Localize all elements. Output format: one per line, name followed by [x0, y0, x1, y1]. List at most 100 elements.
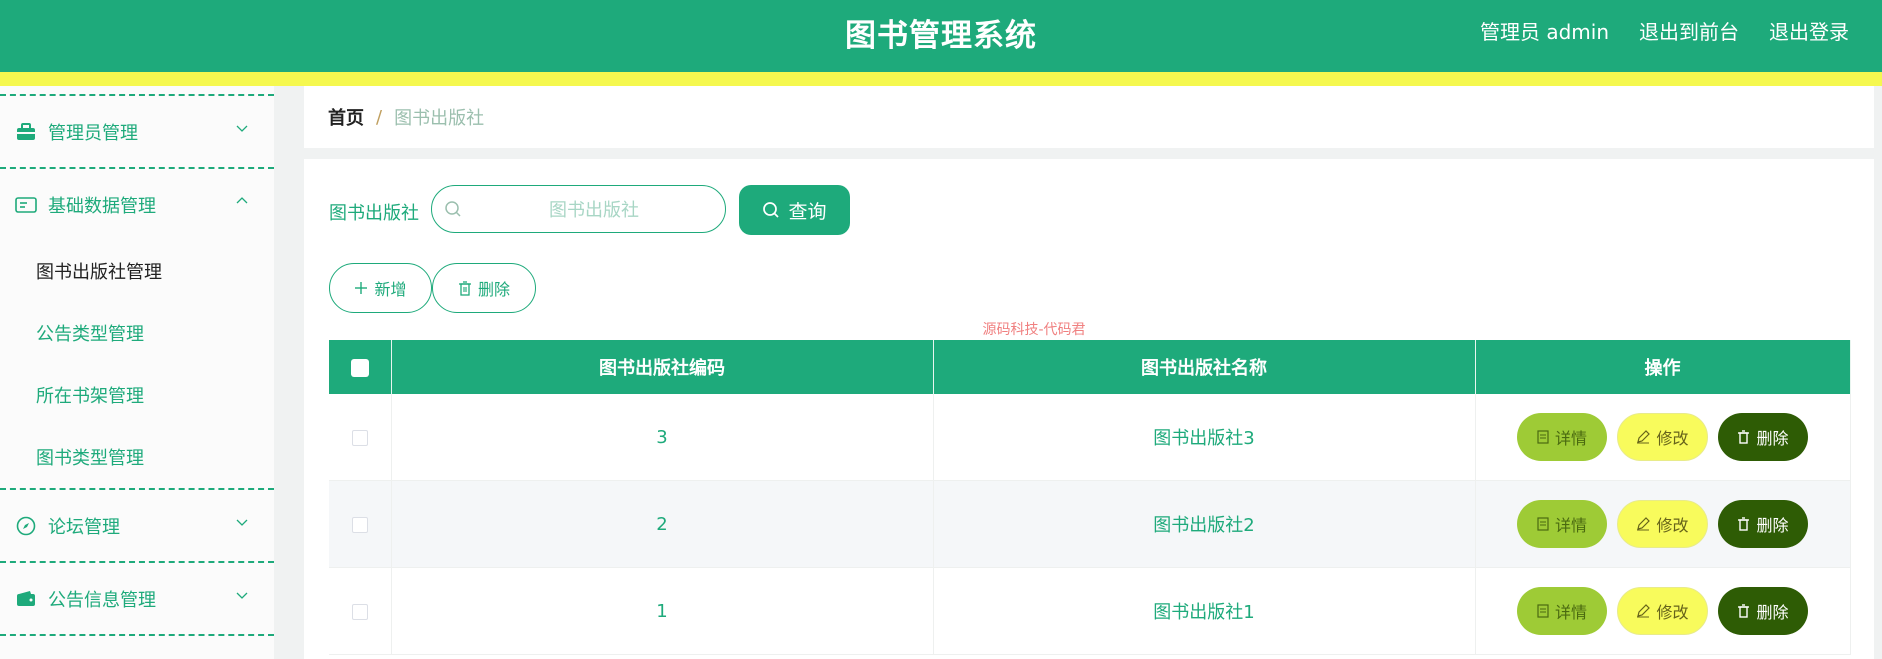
- document-icon: [1537, 604, 1549, 618]
- sidebar-item-bookshelf[interactable]: 所在书架管理: [0, 364, 274, 426]
- trash-icon: [458, 280, 471, 296]
- chevron-down-icon: [236, 592, 248, 599]
- menu-notice-management[interactable]: 公告信息管理: [0, 563, 274, 634]
- detail-button[interactable]: 详情: [1517, 413, 1607, 461]
- row-actions-cell: 详情 修改 删除: [1475, 567, 1851, 655]
- admin-user-label[interactable]: 管理员 admin: [1480, 16, 1609, 45]
- column-header-actions: 操作: [1475, 340, 1851, 394]
- logout-link[interactable]: 退出登录: [1769, 16, 1849, 45]
- menu-group-basic-data: 基础数据管理 图书出版社管理 公告类型管理 所在书架管理 图书类型管理: [0, 167, 274, 488]
- column-header-code: 图书出版社编码: [391, 340, 934, 394]
- menu-label: 公告信息管理: [48, 589, 156, 611]
- query-button-label: 查询: [788, 200, 827, 223]
- sidebar-item-notice-type[interactable]: 公告类型管理: [0, 302, 274, 364]
- trash-icon: [1738, 604, 1750, 618]
- column-header-name: 图书出版社名称: [933, 340, 1476, 394]
- menu-label: 基础数据管理: [48, 195, 156, 217]
- edit-label: 修改: [1656, 516, 1689, 535]
- row-checkbox[interactable]: [351, 516, 368, 533]
- pencil-icon: [1637, 430, 1651, 444]
- edit-label: 修改: [1656, 429, 1689, 448]
- row-checkbox[interactable]: [351, 429, 368, 446]
- add-button-label: 新增: [374, 280, 407, 299]
- delete-label: 删除: [1756, 429, 1789, 448]
- table-row: 2 图书出版社2 详情 修改 删除: [329, 480, 1851, 568]
- detail-button[interactable]: 详情: [1517, 500, 1607, 548]
- row-select-cell: [329, 480, 392, 568]
- chevron-down-icon: [236, 125, 248, 132]
- edit-button[interactable]: 修改: [1617, 500, 1708, 548]
- wallet-icon: [15, 588, 37, 610]
- briefcase-icon: [15, 121, 37, 143]
- sidebar-item-book-type[interactable]: 图书类型管理: [0, 426, 274, 488]
- detail-label: 详情: [1554, 429, 1587, 448]
- plus-icon: [355, 282, 368, 294]
- add-button[interactable]: 新增: [329, 263, 432, 313]
- edit-label: 修改: [1656, 603, 1689, 622]
- row-checkbox[interactable]: [351, 603, 368, 620]
- delete-button[interactable]: 删除: [1718, 413, 1808, 461]
- chevron-down-icon: [236, 519, 248, 526]
- publisher-search-input[interactable]: [472, 194, 716, 226]
- top-header: 图书管理系统 管理员 admin 退出到前台 退出登录: [0, 0, 1882, 72]
- menu-basic-data-management[interactable]: 基础数据管理: [0, 169, 274, 240]
- header-actions: 管理员 admin 退出到前台 退出登录: [1480, 16, 1849, 45]
- exit-to-front-link[interactable]: 退出到前台: [1639, 16, 1739, 45]
- delete-button[interactable]: 删除: [1718, 587, 1808, 635]
- watermark-text: 源码科技-代码君: [982, 322, 1086, 338]
- trash-icon: [1738, 430, 1750, 444]
- select-all-checkbox[interactable]: [350, 358, 369, 377]
- document-icon: [1537, 430, 1549, 444]
- sidebar-item-publisher[interactable]: 图书出版社管理: [0, 240, 274, 302]
- trash-icon: [1738, 517, 1750, 531]
- breadcrumb-separator: /: [376, 106, 383, 128]
- row-actions-cell: 详情 修改 删除: [1475, 480, 1851, 568]
- publisher-table: 图书出版社编码 图书出版社名称 操作 3 图书出版社3 详情 修改 删除 2 图…: [329, 340, 1851, 655]
- chevron-up-icon: [236, 197, 248, 204]
- row-select-cell: [329, 567, 392, 655]
- query-button[interactable]: 查询: [739, 185, 850, 235]
- batch-delete-button[interactable]: 删除: [432, 263, 536, 313]
- document-icon: [1537, 517, 1549, 531]
- table-row: 1 图书出版社1 详情 修改 删除: [329, 567, 1851, 655]
- breadcrumb: 首页 / 图书出版社: [304, 86, 1874, 148]
- search-box: [431, 185, 726, 233]
- delete-label: 删除: [1756, 516, 1789, 535]
- detail-label: 详情: [1554, 603, 1587, 622]
- publisher-name-cell: 图书出版社2: [933, 480, 1476, 568]
- sidebar: 管理员管理 基础数据管理 图书出版社管理 公告类型管理 所在书架管理 图书类型管…: [0, 86, 274, 659]
- id-card-icon: [15, 194, 37, 216]
- row-actions-cell: 详情 修改 删除: [1475, 394, 1851, 481]
- search-icon: [763, 202, 780, 218]
- table-header-row: 图书出版社编码 图书出版社名称 操作: [329, 340, 1851, 394]
- delete-label: 删除: [1756, 603, 1789, 622]
- menu-group-admin: 管理员管理: [0, 94, 274, 167]
- row-select-cell: [329, 394, 392, 481]
- menu-label: 论坛管理: [48, 516, 120, 538]
- detail-label: 详情: [1554, 516, 1587, 535]
- breadcrumb-current: 图书出版社: [394, 108, 485, 129]
- compass-icon: [15, 515, 37, 537]
- menu-group-forum: 论坛管理: [0, 488, 274, 561]
- table-row: 3 图书出版社3 详情 修改 删除: [329, 394, 1851, 481]
- menu-admin-management[interactable]: 管理员管理: [0, 96, 274, 167]
- breadcrumb-home[interactable]: 首页: [328, 104, 364, 130]
- search-icon: [445, 201, 461, 217]
- select-all-cell: [329, 340, 392, 394]
- header-accent-strip: [0, 72, 1882, 86]
- pencil-icon: [1637, 604, 1651, 618]
- publisher-name-cell: 图书出版社1: [933, 567, 1476, 655]
- content-card: 图书出版社 查询 新增 删除 源码科技-代码君 图书出版社编码 图书出版社名称 …: [304, 159, 1874, 659]
- menu-group-notice: 公告信息管理: [0, 561, 274, 634]
- edit-button[interactable]: 修改: [1617, 413, 1708, 461]
- publisher-code-cell: 2: [391, 480, 934, 568]
- edit-button[interactable]: 修改: [1617, 587, 1708, 635]
- delete-button[interactable]: 删除: [1718, 500, 1808, 548]
- batch-delete-label: 删除: [477, 280, 510, 299]
- search-label: 图书出版社: [329, 203, 419, 224]
- sidebar-divider: [0, 634, 274, 636]
- detail-button[interactable]: 详情: [1517, 587, 1607, 635]
- menu-forum-management[interactable]: 论坛管理: [0, 490, 274, 561]
- publisher-name-cell: 图书出版社3: [933, 394, 1476, 481]
- menu-label: 管理员管理: [48, 122, 138, 144]
